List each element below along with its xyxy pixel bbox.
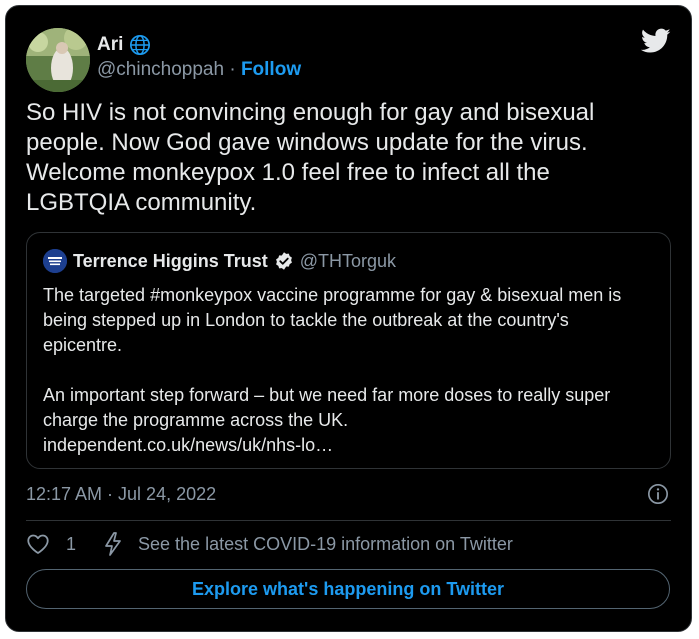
covid-info-link[interactable]: See the latest COVID-19 information on T… bbox=[138, 534, 513, 555]
quoted-tweet-text: The targeted #monkeypox vaccine programm… bbox=[43, 285, 622, 455]
follow-button[interactable]: Follow bbox=[241, 59, 301, 80]
quoted-tweet-header: Terrence Higgins Trust @THTorguk bbox=[43, 249, 396, 273]
tweet-text: So HIV is not convincing enough for gay … bbox=[26, 99, 595, 216]
globe-icon bbox=[130, 35, 151, 55]
heart-icon[interactable] bbox=[26, 532, 50, 556]
explore-button[interactable]: Explore what's happening on Twitter bbox=[26, 569, 670, 609]
author-name[interactable]: Ari bbox=[97, 34, 123, 56]
tweet-actions: 1 See the latest COVID-19 information on… bbox=[26, 532, 513, 556]
tweet-timestamp[interactable]: 12:17 AM · Jul 24, 2022 bbox=[26, 484, 216, 505]
like-count: 1 bbox=[66, 533, 77, 554]
info-icon[interactable] bbox=[647, 483, 669, 505]
separator-dot: · bbox=[229, 59, 236, 80]
verified-badge-icon bbox=[275, 252, 292, 270]
author-handle[interactable]: @chinchoppah bbox=[97, 59, 224, 80]
quoted-author-name: Terrence Higgins Trust bbox=[73, 250, 268, 271]
twitter-bird-icon[interactable] bbox=[641, 28, 671, 54]
quoted-author-handle: @THTorguk bbox=[299, 250, 397, 271]
divider bbox=[26, 520, 671, 521]
quoted-author-avatar[interactable] bbox=[43, 249, 67, 273]
author-handle-row: @chinchoppah · Follow bbox=[97, 59, 301, 81]
author-avatar[interactable] bbox=[26, 28, 90, 92]
author-name-row: Ari bbox=[97, 34, 151, 56]
lightning-bolt-icon bbox=[105, 532, 121, 556]
tweet-card: Ari @chinchoppah · Follow So HIV is not … bbox=[5, 5, 692, 632]
quoted-tweet[interactable]: Terrence Higgins Trust @THTorguk The tar… bbox=[26, 232, 671, 469]
